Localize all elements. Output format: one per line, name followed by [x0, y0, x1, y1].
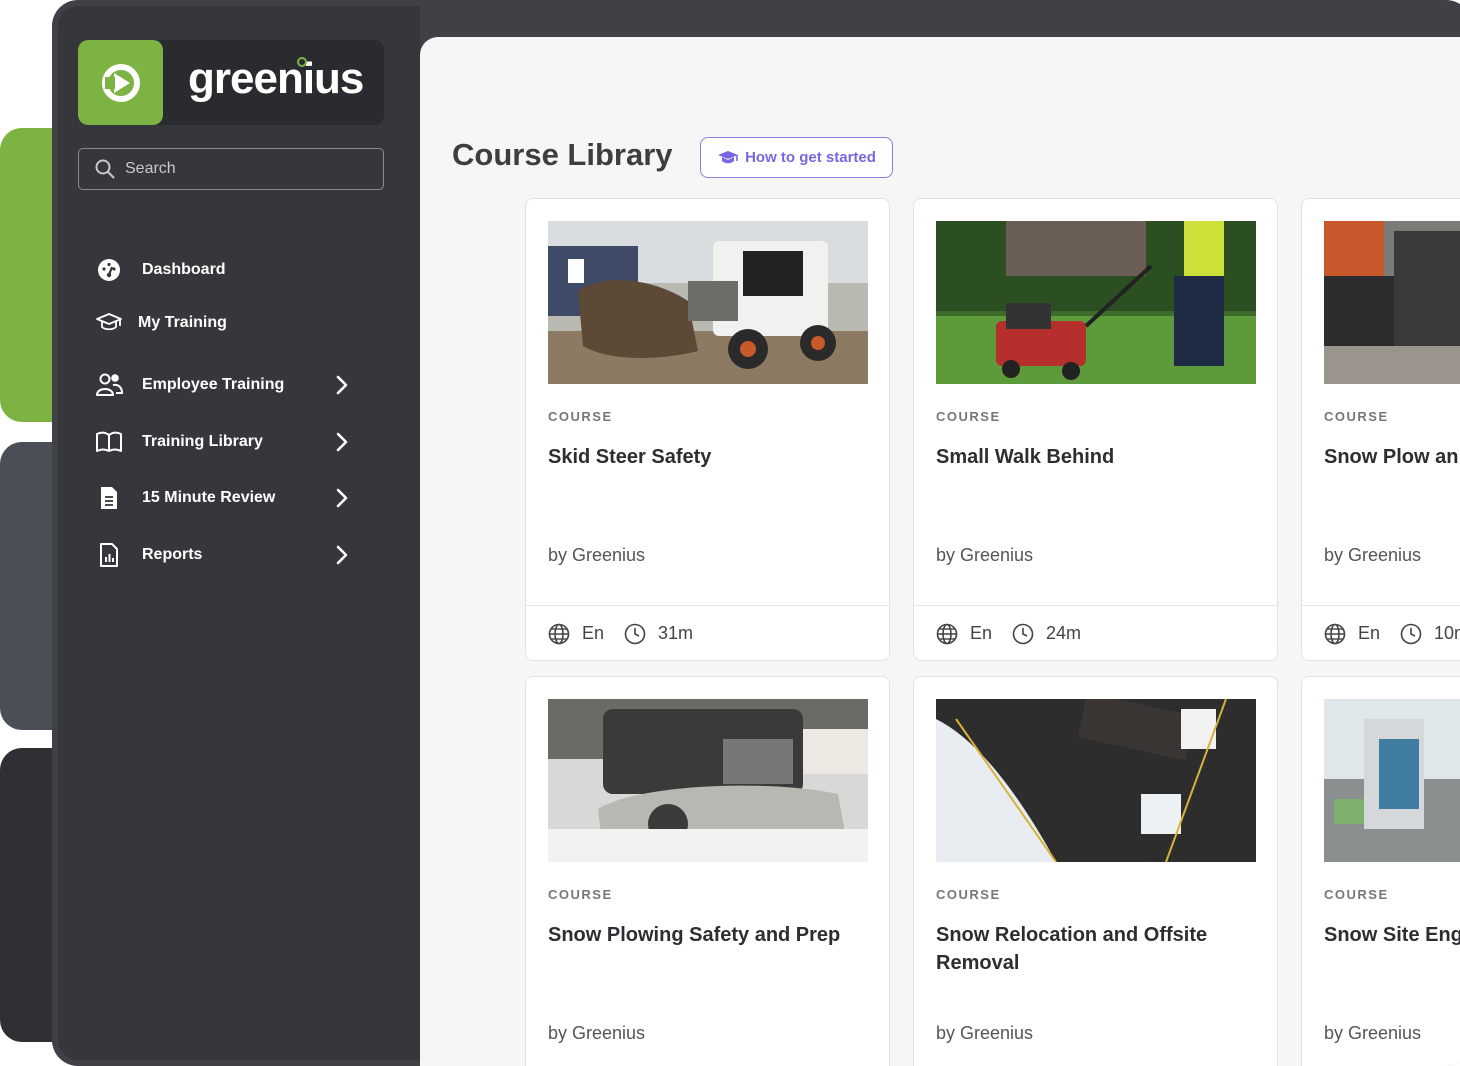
course-language: En — [1358, 623, 1381, 643]
nav-item-reports[interactable]: Reports — [94, 540, 354, 570]
nav-label-my-training: My Training — [138, 314, 227, 331]
brand-name: greenius — [188, 54, 364, 103]
chevron-right-icon[interactable] — [330, 430, 354, 454]
course-thumbnail[interactable] — [936, 221, 1256, 384]
course-meta: En 10m — [1302, 605, 1460, 660]
course-title[interactable]: Skid Steer Safety — [548, 443, 878, 471]
course-type: COURSE — [548, 887, 613, 902]
logo-mark-icon — [78, 40, 163, 125]
nav-item-employee-training[interactable]: Employee Training — [94, 370, 354, 400]
nav-label-15-minute-review: 15 Minute Review — [142, 489, 276, 506]
chevron-right-icon[interactable] — [330, 543, 354, 567]
clock-icon — [624, 623, 646, 644]
course-author: by Greenius — [1324, 1023, 1422, 1043]
course-author: by Greenius — [936, 1023, 1034, 1043]
course-thumbnail[interactable] — [548, 221, 868, 384]
course-type: COURSE — [1324, 409, 1389, 424]
course-duration: 31m — [658, 623, 694, 643]
course-type: COURSE — [936, 409, 1001, 424]
nav-item-15-minute-review[interactable]: 15 Minute Review — [94, 483, 354, 513]
nav-item-training-library[interactable]: Training Library — [94, 427, 354, 457]
document-icon — [94, 483, 124, 513]
course-author: by Greenius — [936, 545, 1034, 565]
logo-dot-icon — [297, 57, 307, 67]
globe-icon — [548, 623, 570, 644]
chevron-right-icon[interactable] — [330, 373, 354, 397]
course-title[interactable]: Snow Plowing Safety and Prep — [548, 921, 878, 949]
course-author: by Greenius — [548, 545, 646, 565]
graduation-cap-icon — [718, 150, 739, 163]
course-language: En — [970, 623, 993, 643]
nav-label-training-library: Training Library — [142, 433, 263, 450]
clock-icon — [1400, 623, 1422, 644]
users-icon — [94, 370, 124, 400]
chevron-right-icon[interactable] — [330, 486, 354, 510]
course-duration: 10m — [1434, 623, 1460, 643]
graduation-cap-icon — [94, 308, 124, 338]
nav-item-dashboard[interactable]: Dashboard — [94, 255, 354, 285]
course-meta: En 24m — [914, 605, 1277, 660]
dashboard-icon — [94, 255, 124, 285]
nav-item-my-training[interactable]: My Training — [94, 308, 354, 338]
sidebar: greenius Dashboard My Training — [58, 6, 420, 1060]
search-icon — [95, 159, 115, 179]
course-card[interactable]: COURSE Snow Site Eng Planning by Greeniu… — [1301, 676, 1460, 1066]
course-card[interactable]: COURSE Small Walk Behind by Greenius En … — [913, 198, 1278, 661]
course-duration: 24m — [1046, 623, 1082, 643]
search-input[interactable] — [125, 160, 365, 178]
app-window: greenius Dashboard My Training — [52, 0, 1460, 1066]
globe-icon — [1324, 623, 1346, 644]
course-title[interactable]: Snow Plow an Inspection — [1324, 443, 1460, 471]
book-icon — [94, 427, 124, 457]
course-type: COURSE — [1324, 887, 1389, 902]
clock-icon — [1012, 623, 1034, 644]
nav-label-dashboard: Dashboard — [142, 261, 226, 278]
nav-label-employee-training: Employee Training — [142, 376, 285, 393]
course-author: by Greenius — [1324, 545, 1422, 565]
globe-icon — [936, 623, 958, 644]
brand-logo[interactable]: greenius — [78, 40, 384, 125]
how-to-get-started-button[interactable]: How to get started — [700, 137, 893, 178]
nav-label-reports: Reports — [142, 546, 203, 563]
course-thumbnail[interactable] — [936, 699, 1256, 862]
help-button-label: How to get started — [745, 149, 876, 166]
course-title[interactable]: Small Walk Behind — [936, 443, 1266, 471]
main-content: Course Library How to get started COURSE… — [420, 37, 1460, 1066]
course-language: En — [582, 623, 605, 643]
course-author: by Greenius — [548, 1023, 646, 1043]
report-icon — [94, 540, 124, 570]
course-thumbnail[interactable] — [1324, 221, 1460, 384]
course-card[interactable]: COURSE Snow Relocation and Offsite Remov… — [913, 676, 1278, 1066]
search-box[interactable] — [78, 148, 384, 190]
course-thumbnail[interactable] — [1324, 699, 1460, 862]
course-type: COURSE — [936, 887, 1001, 902]
course-card[interactable]: COURSE Snow Plowing Safety and Prep by G… — [525, 676, 890, 1066]
course-card[interactable]: COURSE Snow Plow an Inspection by Greeni… — [1301, 198, 1460, 661]
course-thumbnail[interactable] — [548, 699, 868, 862]
course-type: COURSE — [548, 409, 613, 424]
page-title: Course Library — [452, 137, 673, 172]
course-title[interactable]: Snow Site Eng Planning — [1324, 921, 1460, 949]
course-title[interactable]: Snow Relocation and Offsite Removal — [936, 921, 1266, 977]
course-meta: En 31m — [526, 605, 889, 660]
course-card[interactable]: COURSE Skid Steer Safety by Greenius En … — [525, 198, 890, 661]
